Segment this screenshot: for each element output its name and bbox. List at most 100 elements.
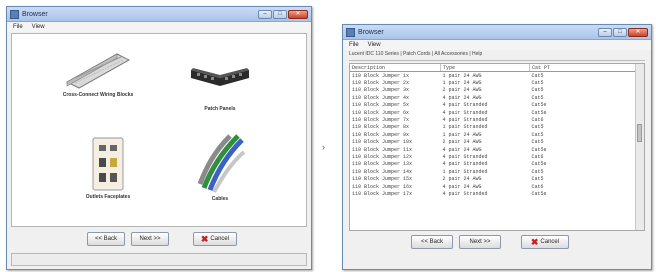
row-cat: Cat5 [531, 80, 544, 87]
row-cat: Cat5e [531, 109, 547, 116]
minimize-icon[interactable]: – [258, 9, 272, 19]
next-button[interactable]: Next >> [131, 232, 169, 246]
row-cat: Cat5e [531, 190, 547, 197]
faceplate-icon [92, 137, 124, 191]
row-description: 110 Block Jumper 16x [352, 183, 413, 190]
row-type: 4 pair 24 AWG [442, 183, 482, 190]
table-row[interactable]: 110 Block Jumper 13x 4 pair Stranded Cat5e [350, 161, 638, 168]
back-button-label: << Back [420, 239, 443, 245]
parts-table: Description Type Cat PT 110 Block Jumper… [350, 64, 638, 198]
tile-outlets[interactable]: Outlets Faceplates [68, 136, 148, 200]
table-row[interactable]: 110 Block Jumper 1x 1 pair 24 AWG Cat5 [350, 72, 638, 80]
next-button[interactable]: Next >> [459, 235, 501, 249]
tile-wiring-blocks[interactable]: Cross-Connect Wiring Blocks [56, 48, 140, 98]
cables-icon [197, 134, 246, 193]
row-type: 4 pair Stranded [442, 117, 488, 124]
wiring-block-icon [65, 53, 131, 89]
menu-view[interactable]: View [368, 42, 381, 48]
row-description: 110 Block Jumper 1x [352, 72, 410, 79]
back-button[interactable]: << Back [411, 235, 453, 249]
back-button[interactable]: << Back [87, 232, 125, 246]
row-cat: Cat5 [531, 124, 544, 131]
tile-label-wiring-blocks: Cross-Connect Wiring Blocks [62, 92, 134, 98]
row-description: 110 Block Jumper 7x [352, 117, 410, 124]
maximize-icon[interactable]: □ [273, 9, 287, 19]
row-cat: Cat5 [531, 72, 544, 79]
window-title: Browser [358, 28, 384, 36]
close-icon[interactable]: ✕ [628, 27, 648, 37]
row-cat: Cat6 [531, 117, 544, 124]
patch-panel-icon [191, 68, 249, 86]
row-type: 1 pair Stranded [442, 124, 488, 131]
table-row[interactable]: 110 Block Jumper 4x 4 pair 24 AWG Cat5 [350, 94, 638, 101]
parts-list-window: Browser – □ ✕ File View Lucent IDC 110 S… [342, 24, 652, 270]
table-row[interactable]: 110 Block Jumper 6x 4 pair Stranded Cat5e [350, 109, 638, 116]
app-icon [346, 27, 355, 37]
next-button-label: Next >> [469, 239, 491, 245]
row-type: 4 pair 24 AWG [442, 146, 482, 153]
table-row[interactable]: 110 Block Jumper 9x 1 pair 24 AWG Cat5 [350, 131, 638, 138]
row-description: 110 Block Jumper 9x [352, 131, 410, 138]
menu-bar: File View [7, 22, 311, 32]
table-row[interactable]: 110 Block Jumper 12x 4 pair Stranded Cat6 [350, 153, 638, 160]
table-row[interactable]: 110 Block Jumper 2x 1 pair 24 AWG Cat5 [350, 79, 638, 86]
row-cat: Cat6 [531, 183, 544, 190]
row-type: 1 pair Stranded [442, 168, 488, 175]
tile-patch-panels[interactable]: Patch Panels [178, 60, 262, 112]
maximize-icon[interactable]: □ [613, 27, 627, 37]
column-header-description[interactable]: Description [350, 64, 441, 72]
row-description: 110 Block Jumper 5x [352, 102, 410, 109]
row-type: 1 pair 24 AWG [442, 131, 482, 138]
menu-file[interactable]: File [349, 42, 359, 48]
vertical-scrollbar[interactable] [635, 64, 644, 230]
row-type: 4 pair Stranded [442, 102, 488, 109]
menu-file[interactable]: File [13, 24, 23, 30]
column-header-cat[interactable]: Cat PT [529, 64, 638, 72]
table-row[interactable]: 110 Block Jumper 10x 2 pair 24 AWG Cat5 [350, 139, 638, 146]
row-description: 110 Block Jumper 8x [352, 124, 410, 131]
table-row[interactable]: 110 Block Jumper 8x 1 pair Stranded Cat5 [350, 124, 638, 131]
table-row[interactable]: 110 Block Jumper 3x 2 pair 24 AWG Cat5 [350, 87, 638, 94]
catalog-browser-window: Browser – □ ✕ File View Cross-Connect Wi… [6, 6, 312, 270]
row-type: 4 pair Stranded [442, 190, 488, 197]
title-bar: Browser – □ ✕ [7, 7, 311, 22]
row-type: 4 pair Stranded [442, 109, 488, 116]
row-cat: Cat5 [531, 131, 544, 138]
row-type: 1 pair 24 AWG [442, 72, 482, 79]
table-row[interactable]: 110 Block Jumper 7x 4 pair Stranded Cat6 [350, 116, 638, 123]
cancel-button-label: Cancel [540, 239, 560, 245]
row-cat: Cat5 [531, 168, 544, 175]
row-description: 110 Block Jumper 13x [352, 161, 413, 168]
tile-cables[interactable]: Cables [180, 132, 260, 202]
menu-bar: File View [343, 40, 651, 50]
connector-arrow-icon: › [322, 142, 325, 152]
close-icon[interactable]: ✕ [288, 9, 308, 19]
table-row[interactable]: 110 Block Jumper 16x 4 pair 24 AWG Cat6 [350, 183, 638, 190]
table-row[interactable]: 110 Block Jumper 14x 1 pair Stranded Cat5 [350, 168, 638, 175]
tile-label-outlets: Outlets Faceplates [85, 194, 131, 200]
row-description: 110 Block Jumper 11x [352, 146, 413, 153]
row-cat: Cat5 [531, 176, 544, 183]
row-description: 110 Block Jumper 3x [352, 87, 410, 94]
table-row[interactable]: 110 Block Jumper 15x 2 pair 24 AWG Cat5 [350, 175, 638, 182]
cancel-button[interactable]: ✖ Cancel [193, 232, 237, 246]
row-description: 110 Block Jumper 6x [352, 109, 410, 116]
menu-view[interactable]: View [32, 24, 45, 30]
tile-label-patch-panels: Patch Panels [204, 106, 236, 112]
toolbar[interactable]: Lucent IDC 110 Series | Patch Cords | Al… [349, 51, 645, 61]
title-bar: Browser – □ ✕ [343, 25, 651, 40]
table-row[interactable]: 110 Block Jumper 17x 4 pair Stranded Cat5e [350, 190, 638, 197]
minimize-icon[interactable]: – [598, 27, 612, 37]
row-cat: Cat5e [531, 102, 547, 109]
cancel-button[interactable]: ✖ Cancel [521, 235, 569, 249]
scrollbar-thumb[interactable] [637, 124, 642, 142]
row-description: 110 Block Jumper 14x [352, 168, 413, 175]
table-row[interactable]: 110 Block Jumper 11x 4 pair 24 AWG Cat5e [350, 146, 638, 153]
cancel-x-icon: ✖ [530, 236, 539, 247]
next-button-label: Next >> [139, 236, 161, 242]
table-row[interactable]: 110 Block Jumper 5x 4 pair Stranded Cat5e [350, 102, 638, 109]
column-header-type[interactable]: Type [440, 64, 530, 72]
app-icon [10, 9, 19, 19]
row-cat: Cat5 [531, 94, 544, 101]
row-cat: Cat5e [531, 146, 547, 153]
